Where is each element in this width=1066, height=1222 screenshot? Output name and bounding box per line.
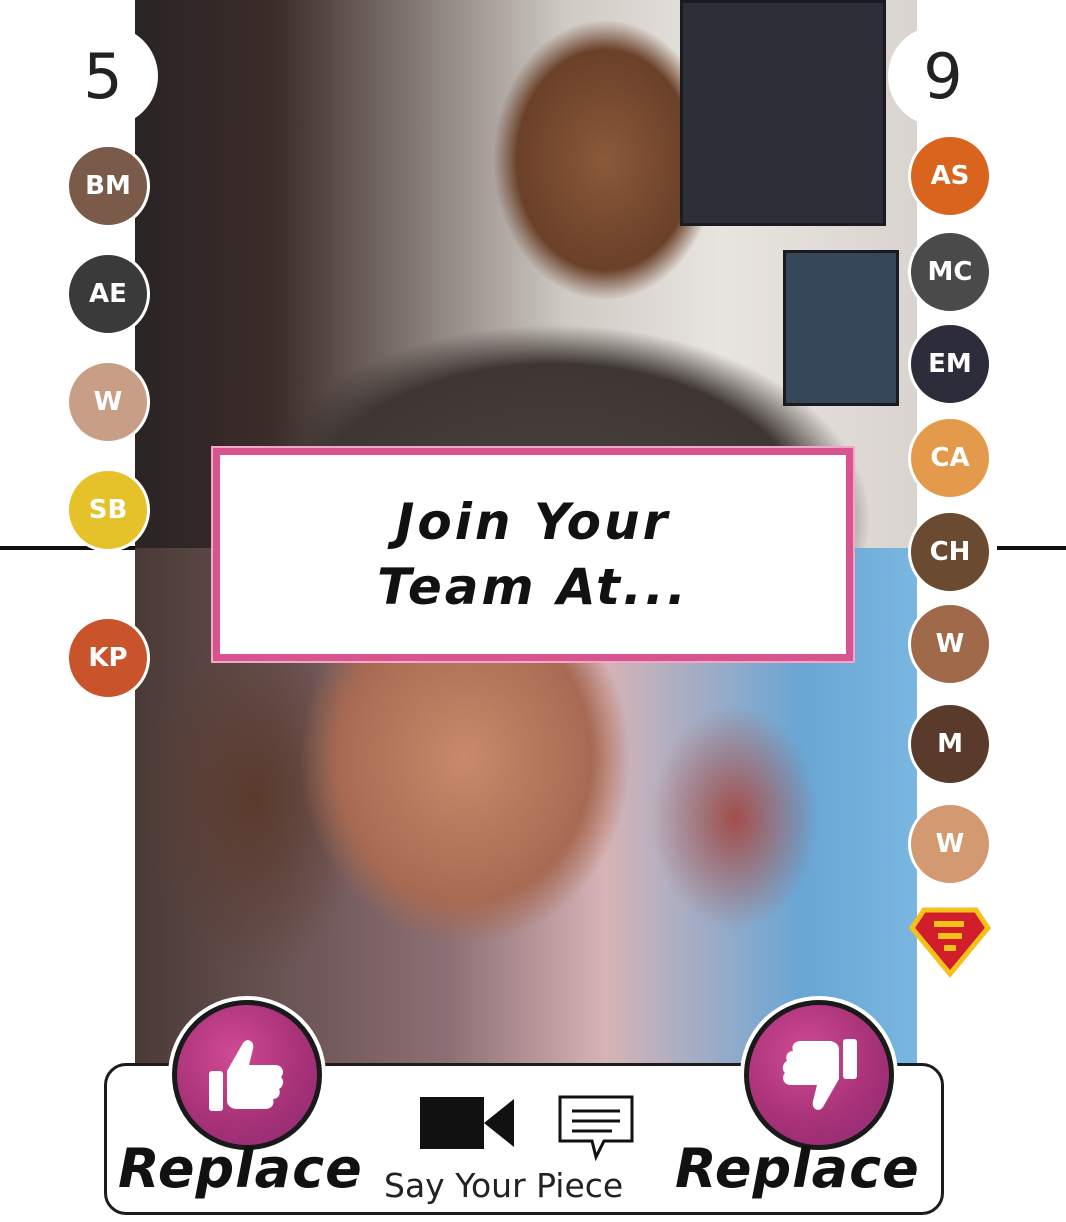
chat-bubble-icon[interactable] bbox=[556, 1093, 636, 1163]
team-member-avatar[interactable]: W bbox=[908, 802, 992, 886]
shield-icon bbox=[908, 907, 992, 978]
replace-left-button[interactable]: Replace bbox=[118, 1142, 363, 1196]
left-team-score: 5 bbox=[48, 26, 158, 126]
wall-poster bbox=[783, 250, 899, 406]
team-member-avatar[interactable]: BM bbox=[66, 144, 150, 228]
avatar-initials: AS bbox=[930, 161, 970, 191]
superman-badge-avatar[interactable] bbox=[908, 896, 992, 980]
avatar-initials: BM bbox=[85, 171, 131, 201]
banner-line-1: Join Your bbox=[395, 492, 671, 551]
avatar-initials: AE bbox=[89, 279, 127, 309]
say-your-piece-label[interactable]: Say Your Piece bbox=[384, 1166, 623, 1205]
avatar-initials: MC bbox=[927, 257, 973, 287]
thumbs-up-icon bbox=[209, 1040, 284, 1111]
avatar-initials: W bbox=[93, 387, 123, 417]
avatar-initials: EM bbox=[928, 349, 972, 379]
divider-right bbox=[997, 546, 1066, 550]
team-member-avatar[interactable]: CH bbox=[908, 510, 992, 594]
team-member-avatar[interactable]: M bbox=[908, 702, 992, 786]
banner-line-2: Team At... bbox=[377, 557, 689, 616]
team-member-avatar[interactable]: EM bbox=[908, 322, 992, 406]
team-member-avatar[interactable]: W bbox=[908, 602, 992, 686]
avatar-initials: W bbox=[935, 829, 965, 859]
wall-art bbox=[680, 0, 886, 226]
thumbs-down-icon bbox=[782, 1039, 857, 1110]
video-camera-icon[interactable] bbox=[420, 1093, 516, 1153]
team-member-avatar[interactable]: CA bbox=[908, 416, 992, 500]
team-member-avatar[interactable]: AS bbox=[908, 134, 992, 218]
avatar-initials: CH bbox=[929, 537, 971, 567]
team-member-avatar[interactable]: W bbox=[66, 360, 150, 444]
avatar-initials: M bbox=[937, 729, 963, 759]
avatar-initials: KP bbox=[88, 643, 128, 673]
join-team-banner: Join Your Team At... bbox=[213, 448, 853, 661]
thumbs-down-button[interactable] bbox=[744, 1000, 894, 1150]
team-member-avatar[interactable]: SB bbox=[66, 468, 150, 552]
team-member-avatar[interactable]: AE bbox=[66, 252, 150, 336]
replace-right-button[interactable]: Replace bbox=[675, 1142, 920, 1196]
avatar-initials: SB bbox=[88, 495, 128, 525]
right-team-score: 9 bbox=[888, 26, 998, 126]
thumbs-up-button[interactable] bbox=[172, 1000, 322, 1150]
team-member-avatar[interactable]: MC bbox=[908, 230, 992, 314]
avatar-initials: CA bbox=[930, 443, 970, 473]
avatar-initials: W bbox=[935, 629, 965, 659]
team-member-avatar[interactable]: KP bbox=[66, 616, 150, 700]
